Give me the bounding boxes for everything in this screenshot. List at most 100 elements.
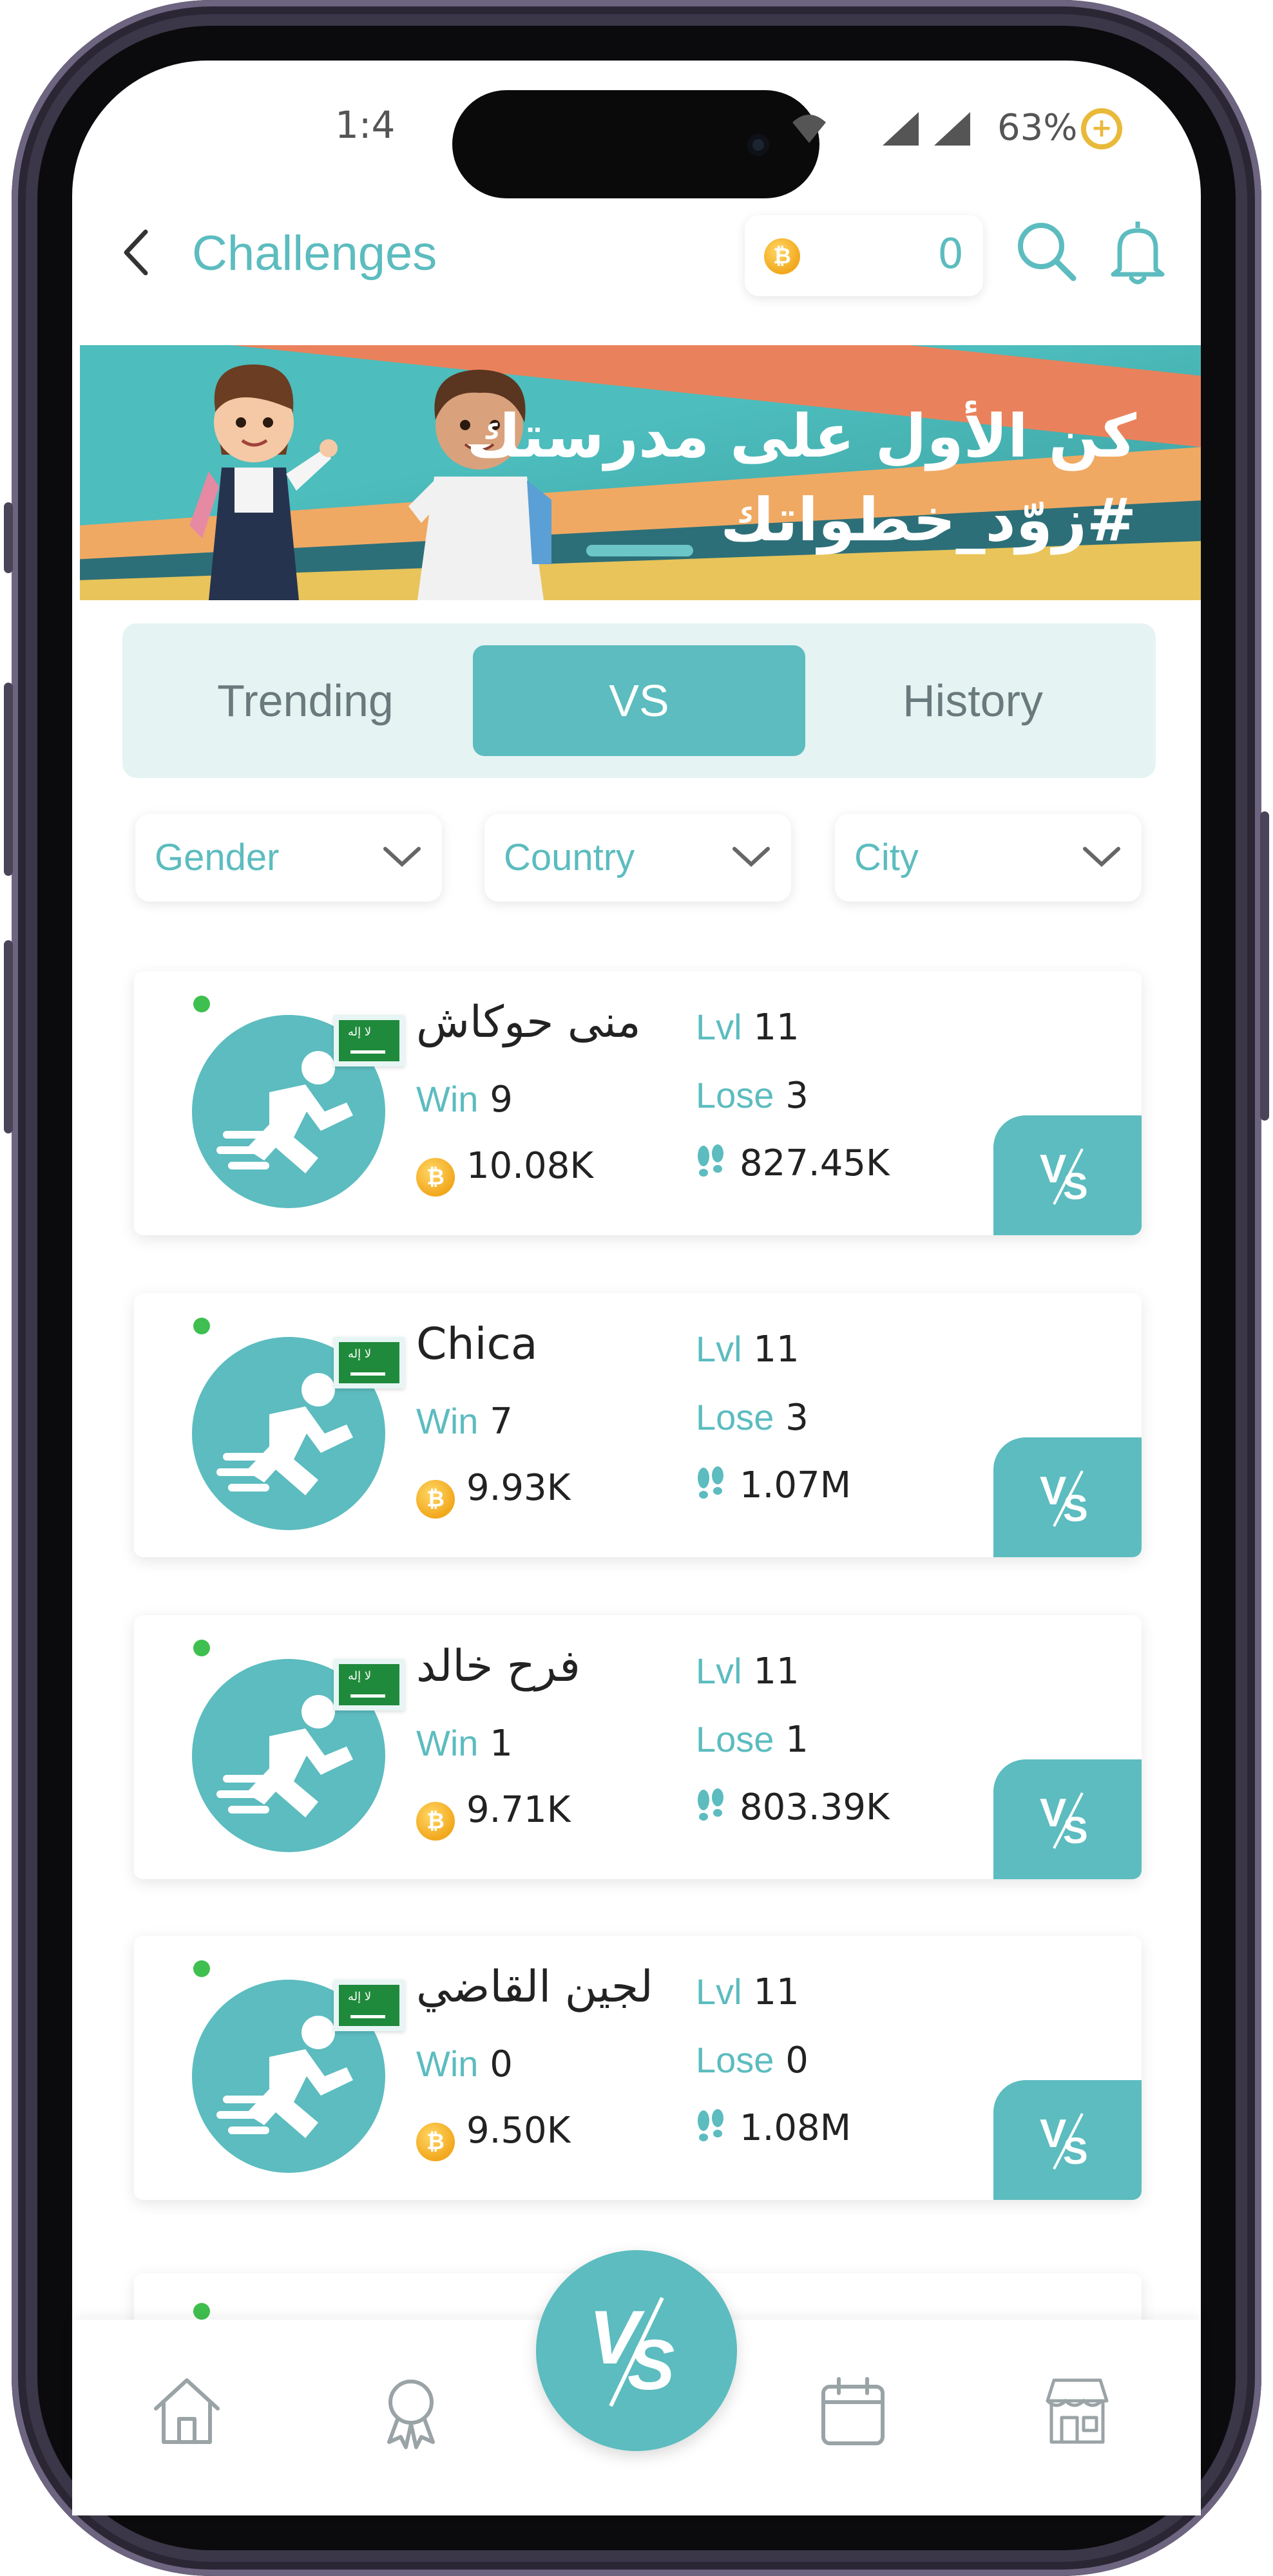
tab-bar: Trending VS History — [122, 623, 1156, 778]
coin-icon: ₿ — [416, 1158, 455, 1197]
coin-count: 9.93K — [466, 1467, 571, 1509]
flag-script: لا إله — [348, 1025, 372, 1039]
flag-script: لا إله — [348, 1990, 372, 2003]
back-arrow-icon[interactable] — [117, 227, 156, 278]
battery-percent: 63% — [997, 107, 1078, 149]
lose-label: Lose — [696, 1397, 774, 1437]
page-title: Challenges — [192, 226, 437, 281]
level-value: 11 — [753, 1329, 799, 1370]
coin-icon: ₿ — [764, 238, 800, 274]
footsteps-icon — [698, 1466, 723, 1499]
tab-history[interactable]: History — [812, 645, 1134, 756]
online-indicator — [193, 1318, 210, 1334]
home-icon[interactable] — [148, 2372, 225, 2450]
level-stat: Lvl 11 — [696, 1971, 799, 2013]
win-label: Win — [416, 1079, 479, 1119]
coin-icon: ₿ — [416, 1480, 455, 1519]
girl-illustration — [189, 365, 338, 600]
online-indicator — [193, 996, 210, 1012]
vs-challenge-button[interactable]: V S — [993, 1759, 1142, 1879]
lose-count: 3 — [785, 1075, 809, 1117]
vs-challenge-button[interactable]: V S — [993, 2080, 1142, 2200]
level-value: 11 — [753, 1971, 799, 2013]
banner-headline: كن الأول على مدرستك — [466, 402, 1136, 471]
level-label: Lvl — [696, 1007, 742, 1047]
lose-count: 1 — [785, 1719, 809, 1761]
vs-challenge-button[interactable]: V S — [993, 1115, 1142, 1235]
win-stat: Win 7 — [416, 1400, 513, 1443]
coin-count: 10.08K — [466, 1145, 594, 1187]
battery-saver-icon: + — [1081, 108, 1122, 149]
level-label: Lvl — [696, 1329, 742, 1369]
calendar-icon[interactable] — [814, 2372, 892, 2450]
lose-stat: Lose 3 — [696, 1396, 809, 1439]
player-card[interactable]: لا إله Chica Win 7 ₿ 9.93K Lvl 11 Lose 3 — [134, 1293, 1142, 1557]
banner-hashtag: #زوّد_خطواتك — [720, 486, 1136, 554]
lose-label: Lose — [696, 2040, 774, 2080]
steps-stat: 1.08M — [696, 2107, 851, 2149]
lose-stat: Lose 3 — [696, 1074, 809, 1117]
svg-text:S: S — [627, 2325, 675, 2405]
country-flag: لا إله — [334, 1015, 405, 1066]
vs-icon: V S — [1040, 1791, 1088, 1851]
level-value: 11 — [753, 1651, 799, 1692]
chevron-down-icon — [732, 847, 770, 867]
flag-script: لا إله — [348, 1669, 372, 1683]
steps-count: 1.08M — [740, 2107, 852, 2149]
award-icon[interactable] — [372, 2372, 450, 2450]
level-value: 11 — [753, 1007, 799, 1048]
footsteps-icon — [698, 1144, 723, 1177]
tab-trending[interactable]: Trending — [144, 645, 466, 756]
steps-count: 803.39K — [740, 1786, 890, 1828]
status-time: 1:4 — [335, 103, 396, 147]
player-name: Chica — [416, 1319, 538, 1370]
lose-count: 3 — [785, 1397, 809, 1439]
win-label: Win — [416, 1723, 479, 1763]
win-label: Win — [416, 2043, 479, 2084]
level-stat: Lvl 11 — [696, 1650, 799, 1692]
level-label: Lvl — [696, 1971, 742, 2012]
lose-stat: Lose 1 — [696, 1718, 809, 1761]
coin-stat: ₿ 9.93K — [416, 1467, 570, 1519]
gender-filter[interactable]: Gender — [135, 814, 442, 902]
steps-stat: 827.45K — [696, 1142, 890, 1184]
carousel-indicator — [586, 545, 693, 556]
chevron-down-icon — [383, 847, 421, 867]
player-card[interactable]: لا إله فرح خالد Win 1 ₿ 9.71K Lvl 11 Lose… — [134, 1615, 1142, 1879]
country-flag: لا إله — [334, 1337, 405, 1388]
player-card[interactable]: لا إله منى حوكاش Win 9 ₿ 10.08K Lvl 11 Lo… — [134, 971, 1142, 1235]
country-flag: لا إله — [334, 1980, 405, 2031]
coin-stat: ₿ 10.08K — [416, 1145, 593, 1197]
online-indicator — [193, 2303, 210, 2320]
tab-vs[interactable]: VS — [473, 645, 805, 756]
mute-switch — [4, 502, 13, 573]
signal-2-icon — [934, 112, 970, 146]
coin-balance-box[interactable]: ₿ 0 — [745, 215, 983, 296]
steps-stat: 803.39K — [696, 1786, 890, 1828]
coin-stat: ₿ 9.50K — [416, 2110, 570, 2161]
win-stat: Win 0 — [416, 2043, 513, 2085]
city-filter[interactable]: City — [835, 814, 1142, 902]
svg-text:S: S — [1063, 2130, 1088, 2172]
player-card[interactable]: لا إله لجين القاضي Win 0 ₿ 9.50K Lvl 11 L… — [134, 1936, 1142, 2200]
vs-fab-button[interactable]: V S — [536, 2250, 737, 2451]
lose-label: Lose — [696, 1719, 774, 1759]
level-stat: Lvl 11 — [696, 1006, 799, 1048]
country-flag: لا إله — [334, 1659, 405, 1710]
level-label: Lvl — [696, 1651, 742, 1691]
footsteps-icon — [698, 2109, 723, 2141]
lose-stat: Lose 0 — [696, 2039, 809, 2081]
bell-icon[interactable] — [1106, 216, 1170, 287]
store-icon[interactable] — [1038, 2372, 1116, 2450]
online-indicator — [193, 1960, 210, 1977]
gender-filter-label: Gender — [155, 837, 280, 878]
vs-challenge-button[interactable]: V S — [993, 1437, 1142, 1557]
coin-stat: ₿ 9.71K — [416, 1789, 570, 1841]
steps-stat: 1.07M — [696, 1464, 851, 1506]
search-icon[interactable] — [1014, 219, 1078, 283]
win-count: 7 — [490, 1401, 513, 1443]
country-filter[interactable]: Country — [484, 814, 791, 902]
win-stat: Win 9 — [416, 1078, 513, 1121]
promo-banner[interactable]: كن الأول على مدرستك #زوّد_خطواتك — [80, 345, 1201, 600]
steps-count: 1.07M — [740, 1464, 852, 1506]
